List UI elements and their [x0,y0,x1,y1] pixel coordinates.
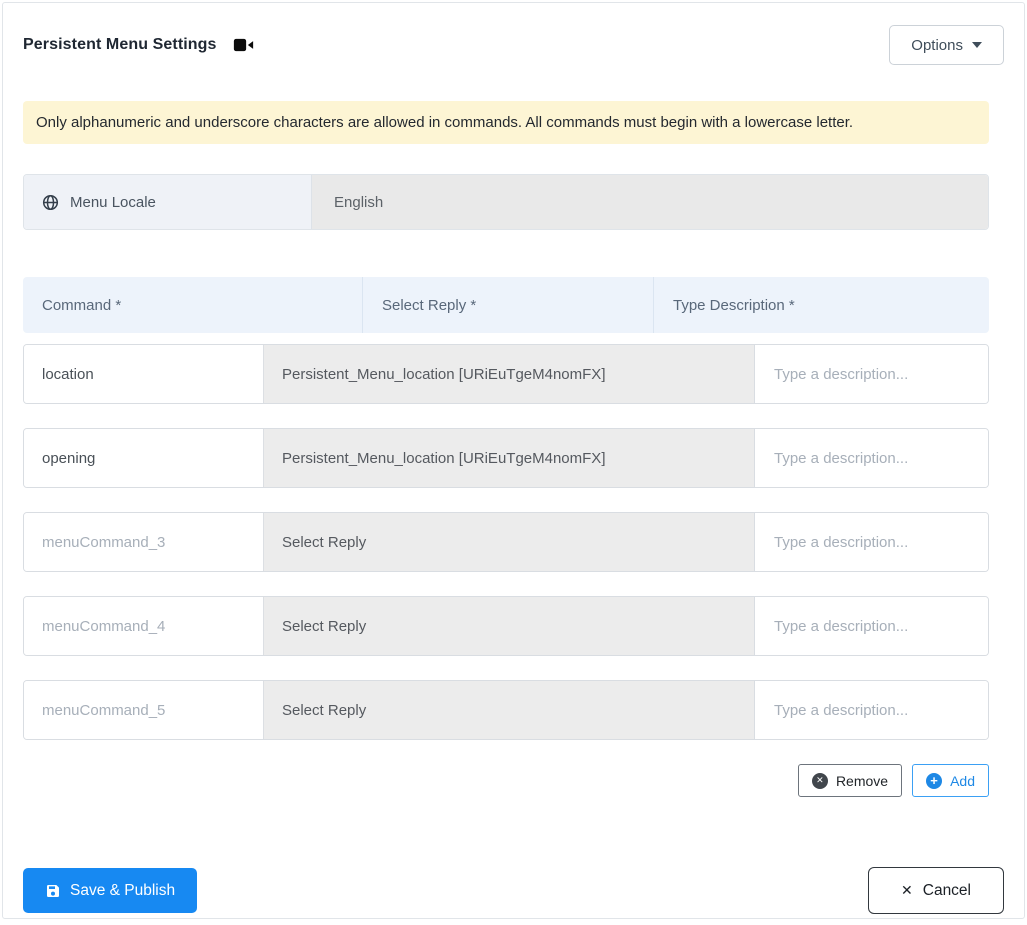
cancel-button-label: Cancel [922,881,971,899]
menu-locale-label: Menu Locale [70,193,156,211]
table-row: Select Reply [23,596,989,656]
globe-icon [42,194,59,211]
alert-text: Only alphanumeric and underscore charact… [36,114,854,131]
reply-select[interactable]: Select Reply [264,513,755,571]
video-camera-icon [233,37,254,53]
command-input[interactable] [24,513,264,571]
menu-locale-value[interactable]: English [312,175,988,229]
save-publish-button[interactable]: Save & Publish [23,868,198,913]
row-actions: ✕ Remove + Add [23,764,989,797]
reply-select[interactable]: Persistent_Menu_location [URiEuTgeM4nomF… [264,429,755,487]
reply-select[interactable]: Select Reply [264,597,755,655]
circle-plus-icon: + [926,772,943,789]
card-header: Persistent Menu Settings Options [23,23,1004,67]
options-button-label: Options [911,36,963,54]
command-rules-alert: Only alphanumeric and underscore charact… [23,101,989,144]
reply-select[interactable]: Persistent_Menu_location [URiEuTgeM4nomF… [264,345,755,403]
save-button-label: Save & Publish [70,881,176,899]
command-input[interactable] [24,681,264,739]
column-header-type-description: Type Description * [673,296,795,314]
table-row: Select Reply [23,680,989,740]
menu-locale-row: Menu Locale English [23,174,989,230]
menu-locale-label-cell: Menu Locale [24,175,312,229]
persistent-menu-settings-card: Persistent Menu Settings Options Only al… [2,2,1025,919]
description-input[interactable] [755,681,988,739]
remove-row-button[interactable]: ✕ Remove [797,764,903,797]
command-input[interactable] [24,429,264,487]
page-title: Persistent Menu Settings [23,36,217,53]
table-row: Persistent_Menu_location [URiEuTgeM4nomF… [23,344,989,404]
chevron-down-icon [972,42,982,48]
save-icon [45,883,61,899]
circle-x-icon: ✕ [811,772,828,789]
description-input[interactable] [755,345,988,403]
column-header-select-reply: Select Reply * [363,277,654,333]
x-icon: ✕ [901,882,913,898]
description-input[interactable] [755,429,988,487]
table-row: Select Reply [23,512,989,572]
options-button[interactable]: Options [889,25,1004,65]
add-button-label: Add [950,772,975,789]
command-input[interactable] [24,345,264,403]
table-row: Persistent_Menu_location [URiEuTgeM4nomF… [23,428,989,488]
cancel-button[interactable]: ✕ Cancel [868,867,1004,914]
table-header: Command * Select Reply * Type Descriptio… [23,277,989,333]
command-input[interactable] [24,597,264,655]
column-header-command: Command * [23,277,363,333]
reply-select[interactable]: Select Reply [264,681,755,739]
description-input[interactable] [755,597,988,655]
add-row-button[interactable]: + Add [912,764,989,797]
description-input[interactable] [755,513,988,571]
card-footer: Save & Publish ✕ Cancel [23,867,1004,914]
remove-button-label: Remove [835,772,889,789]
